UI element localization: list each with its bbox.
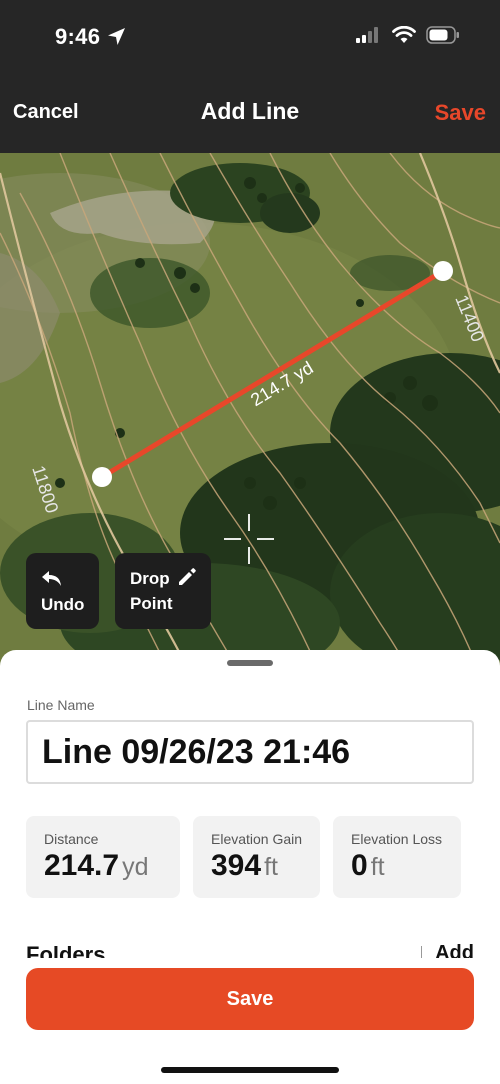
- drop-point-button[interactable]: Drop Point: [115, 553, 211, 629]
- distance-stat: Distance 214.7 yd: [26, 816, 180, 898]
- location-arrow-icon: [108, 28, 125, 45]
- elevation-gain-unit: ft: [264, 853, 278, 881]
- elevation-gain-stat: Elevation Gain 394 ft: [193, 816, 320, 898]
- status-time: 9:46: [55, 24, 101, 49]
- header-save-button[interactable]: Save: [435, 100, 486, 126]
- folders-row: Folders Add: [0, 940, 500, 958]
- distance-title: Distance: [44, 831, 99, 847]
- drop-point-label-line2: Point: [130, 594, 173, 613]
- line-name-label: Line Name: [27, 697, 95, 713]
- distance-unit: yd: [122, 853, 149, 881]
- elevation-loss-value: 0: [351, 849, 368, 882]
- save-button[interactable]: Save: [26, 968, 474, 1030]
- cellular-signal-icon: [356, 27, 378, 43]
- elevation-gain-title: Elevation Gain: [211, 831, 303, 847]
- bottom-sheet: Line Name Distance 214.7yd Elevation Gai…: [0, 650, 500, 1084]
- top-bar: 9:46 Cancel Add Line Save: [0, 0, 500, 153]
- add-folder-button[interactable]: Add: [435, 942, 474, 958]
- sheet-drag-handle[interactable]: [227, 660, 273, 666]
- wifi-icon: [392, 26, 416, 43]
- elevation-loss-unit: ft: [370, 853, 385, 881]
- folders-divider: [421, 946, 422, 958]
- line-end-point[interactable]: [433, 261, 453, 281]
- line-name-input[interactable]: [26, 720, 474, 784]
- map-view[interactable]: 11800 11400 214.7 yd Undo Drop Point: [0, 153, 500, 673]
- undo-button[interactable]: Undo: [26, 553, 99, 629]
- elevation-gain-value: 394: [211, 849, 262, 882]
- battery-icon: [426, 26, 459, 44]
- elevation-loss-title: Elevation Loss: [351, 831, 443, 847]
- line-start-point[interactable]: [92, 467, 112, 487]
- status-icons: [356, 26, 460, 44]
- folders-heading: Folders: [26, 942, 106, 958]
- undo-arrow-icon: [42, 571, 61, 586]
- undo-label: Undo: [41, 595, 85, 614]
- page-title: Add Line: [200, 98, 300, 124]
- drop-point-label-line1: Drop: [130, 569, 170, 588]
- distance-value: 214.7: [44, 849, 120, 882]
- home-indicator: [161, 1067, 339, 1073]
- elevation-loss-stat: Elevation Loss 0 ft: [333, 816, 461, 898]
- pencil-icon: [179, 568, 196, 585]
